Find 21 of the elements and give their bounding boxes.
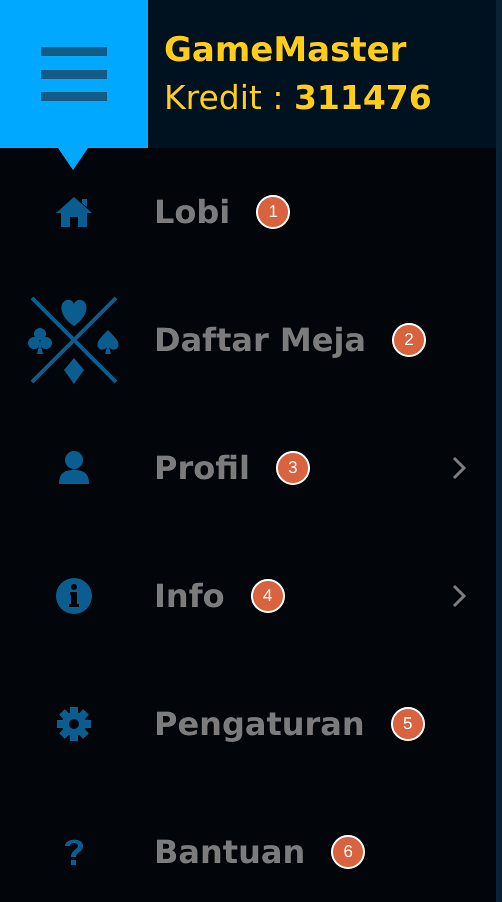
pointer-icon	[58, 148, 88, 170]
menu-item[interactable]: Pengaturan	[154, 705, 365, 743]
home-icon	[54, 195, 94, 229]
menu-item[interactable]: Profil	[154, 449, 250, 487]
menu-icon	[41, 47, 107, 101]
settings-icon	[55, 705, 93, 743]
number-badge: 1	[256, 195, 290, 229]
info-icon	[55, 577, 93, 615]
number-badge: 5	[390, 707, 425, 741]
menu-item[interactable]: Daftar Meja	[154, 321, 366, 359]
credit-balance: Kredit : 311476	[164, 77, 432, 119]
user-icon	[56, 450, 92, 486]
number-badge: 3	[276, 451, 310, 485]
number-badge: 6	[331, 835, 366, 869]
menu-item[interactable]: Lobi	[154, 193, 230, 231]
menu-button[interactable]	[0, 0, 148, 148]
menu-item[interactable]: Bantuan	[154, 833, 306, 871]
number-badge: 4	[250, 579, 285, 613]
menu-item[interactable]: Info	[154, 577, 225, 615]
number-badge: 2	[392, 323, 426, 357]
username: GameMaster	[164, 29, 408, 71]
